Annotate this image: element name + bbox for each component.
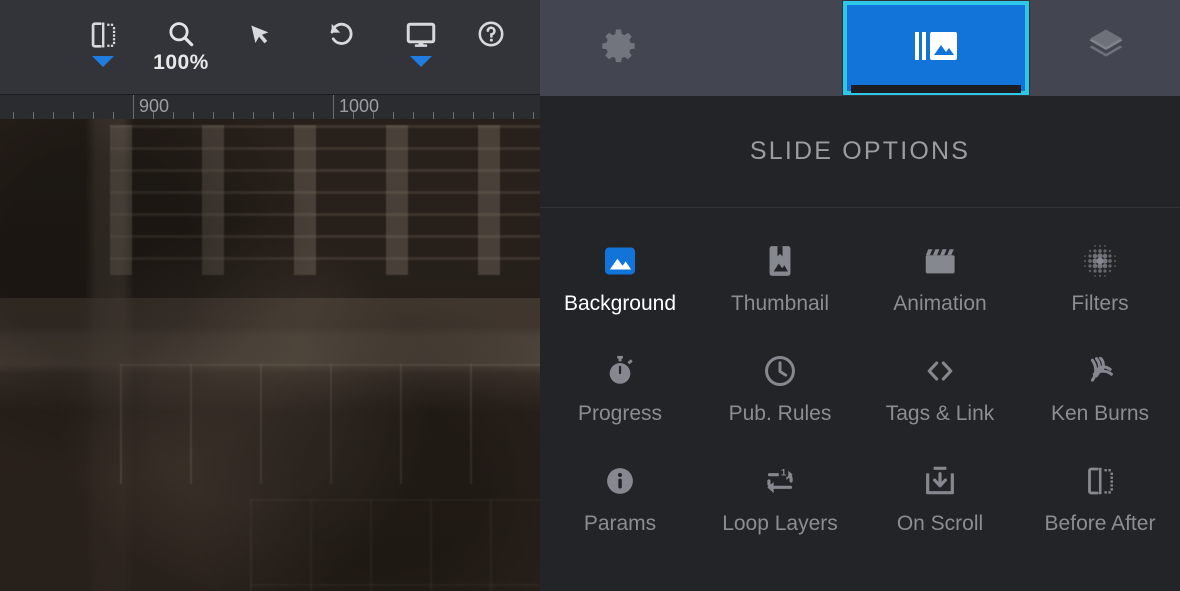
bookmark-image-icon [761, 238, 799, 284]
svg-text:1: 1 [781, 467, 787, 478]
ruler-minor-tick [13, 112, 14, 119]
ruler-minor-tick [433, 112, 434, 119]
slide-option-label: Before After [1044, 512, 1156, 535]
settings-button[interactable] [540, 0, 700, 96]
slide-option-label: Pub. Rules [728, 402, 832, 425]
slide-options-tab[interactable] [840, 0, 1032, 96]
slide-option-label: Loop Layers [722, 512, 838, 535]
undo-rotate-icon [325, 18, 357, 50]
slide-canvas[interactable] [0, 119, 540, 591]
slide-option-label: Ken Burns [1050, 402, 1150, 425]
slide-option-background[interactable]: Background [540, 226, 700, 336]
slide-option-ken-burns[interactable]: Ken Burns [1020, 336, 1180, 446]
ruler-label: 900 [139, 96, 170, 116]
ruler-minor-tick [313, 112, 314, 119]
ruler-minor-tick [293, 112, 294, 119]
ruler-label: 1000 [339, 96, 380, 116]
magnifier-icon [165, 18, 197, 50]
slide-gallery-icon [910, 26, 962, 71]
ruler-minor-tick [413, 112, 414, 119]
slide-option-before-after[interactable]: Before After [1020, 446, 1180, 556]
slide-option-progress[interactable]: Progress [540, 336, 700, 446]
ruler-minor-tick [113, 112, 114, 119]
ruler-minor-tick [33, 112, 34, 119]
select-tool[interactable] [228, 0, 294, 94]
preview-device-tool[interactable] [388, 0, 454, 94]
ruler-minor-tick [533, 112, 534, 119]
ruler-minor-tick [393, 112, 394, 119]
slide-option-animation[interactable]: Animation [860, 226, 1020, 336]
slide-options-panel: SLIDE OPTIONS Background Thumbnail Anima… [540, 0, 1180, 591]
panel-header-spacer [700, 0, 840, 96]
slide-option-pub-rules[interactable]: Pub. Rules [700, 336, 860, 446]
ruler-minor-tick [53, 112, 54, 119]
layers-icon [1082, 24, 1130, 73]
canvas-editor-area: 100% 900 1000 [0, 0, 540, 591]
ruler-minor-tick [173, 112, 174, 119]
editor-window: 100% 900 1000 SLIDE OPTIONS Background T… [0, 0, 1180, 591]
motion-waves-icon [1080, 348, 1120, 394]
before-after-icon [86, 18, 120, 52]
slide-option-label: Thumbnail [730, 292, 830, 315]
ruler-minor-tick [473, 112, 474, 119]
chevron-down-icon[interactable] [410, 56, 432, 67]
image-icon [601, 238, 639, 284]
ruler-minor-tick [513, 112, 514, 119]
clapperboard-icon [920, 238, 960, 284]
slide-options-grid: Background Thumbnail Animation Filters Pr… [540, 208, 1180, 556]
slide-option-label: Tags & Link [885, 402, 995, 425]
help-circle-icon [475, 18, 507, 50]
slide-tab-highlight[interactable] [843, 1, 1029, 95]
slide-option-on-scroll[interactable]: On Scroll [860, 446, 1020, 556]
ruler-minor-tick [93, 112, 94, 119]
ruler-minor-tick [73, 112, 74, 119]
zoom-tool[interactable]: 100% [148, 0, 214, 94]
horizontal-ruler[interactable]: 900 1000 [0, 94, 540, 119]
panel-title: SLIDE OPTIONS [540, 96, 1180, 208]
slide-option-label: Filters [1071, 292, 1129, 315]
editor-toolbar: 100% [0, 0, 540, 94]
slide-option-label: Params [583, 512, 657, 535]
zoom-level-label: 100% [153, 51, 209, 74]
slide-option-label: On Scroll [896, 512, 984, 535]
image-shading-overlay [0, 119, 540, 591]
download-box-icon [921, 458, 959, 504]
stopwatch-icon [602, 348, 638, 394]
slide-option-params[interactable]: Params [540, 446, 700, 556]
before-after-tool[interactable] [70, 0, 136, 94]
gear-icon [598, 24, 642, 73]
clock-icon [761, 348, 799, 394]
help-tool[interactable] [458, 0, 524, 94]
slide-option-label: Progress [577, 402, 663, 425]
slide-option-label: Background [563, 292, 677, 315]
ruler-minor-tick [193, 112, 194, 119]
info-circle-icon [602, 458, 638, 504]
ruler-minor-tick [213, 112, 214, 119]
slide-option-thumbnail[interactable]: Thumbnail [700, 226, 860, 336]
ruler-minor-tick [273, 112, 274, 119]
ruler-minor-tick [453, 112, 454, 119]
panel-header-bar [540, 0, 1180, 96]
slide-option-tags-link[interactable]: Tags & Link [860, 336, 1020, 446]
ruler-minor-tick [493, 112, 494, 119]
repeat-one-icon: 1 [760, 458, 800, 504]
layers-button[interactable] [1032, 0, 1180, 96]
slide-option-filters[interactable]: Filters [1020, 226, 1180, 336]
chevron-down-icon[interactable] [92, 56, 114, 67]
code-brackets-icon [918, 348, 962, 394]
monitor-icon [404, 18, 438, 52]
ruler-minor-tick [233, 112, 234, 119]
undo-tool[interactable] [308, 0, 374, 94]
slide-option-label: Animation [893, 292, 987, 315]
ruler-minor-tick [253, 112, 254, 119]
halftone-dots-icon [1080, 238, 1120, 284]
before-after-icon [1082, 458, 1118, 504]
cursor-arrow-icon [245, 18, 277, 50]
slide-option-loop-layers[interactable]: 1 Loop Layers [700, 446, 860, 556]
